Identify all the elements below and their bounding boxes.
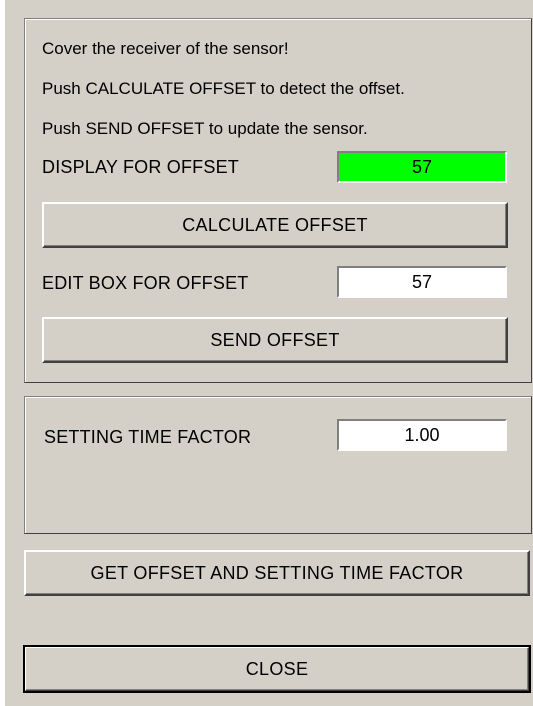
- get-offset-and-time-factor-button[interactable]: GET OFFSET AND SETTING TIME FACTOR: [24, 550, 530, 596]
- display-offset-value: 57: [337, 151, 507, 183]
- instruction-line-1: Cover the receiver of the sensor!: [42, 39, 289, 58]
- time-factor-panel: SETTING TIME FACTOR 1.00: [24, 396, 532, 534]
- edit-offset-input[interactable]: 57: [337, 266, 507, 298]
- send-offset-button[interactable]: SEND OFFSET: [42, 317, 508, 363]
- setting-time-factor-input[interactable]: 1.00: [337, 419, 507, 451]
- calculate-offset-button[interactable]: CALCULATE OFFSET: [42, 202, 508, 248]
- offset-dialog: Cover the receiver of the sensor! Push C…: [5, 0, 533, 706]
- instruction-line-3: Push SEND OFFSET to update the sensor.: [42, 119, 368, 138]
- offset-panel: Cover the receiver of the sensor! Push C…: [24, 18, 532, 383]
- display-offset-label: DISPLAY FOR OFFSET: [42, 157, 239, 177]
- close-button[interactable]: CLOSE: [23, 645, 531, 693]
- instruction-line-2: Push CALCULATE OFFSET to detect the offs…: [42, 79, 405, 98]
- edit-offset-label: EDIT BOX FOR OFFSET: [42, 273, 249, 293]
- setting-time-factor-label: SETTING TIME FACTOR: [44, 427, 252, 447]
